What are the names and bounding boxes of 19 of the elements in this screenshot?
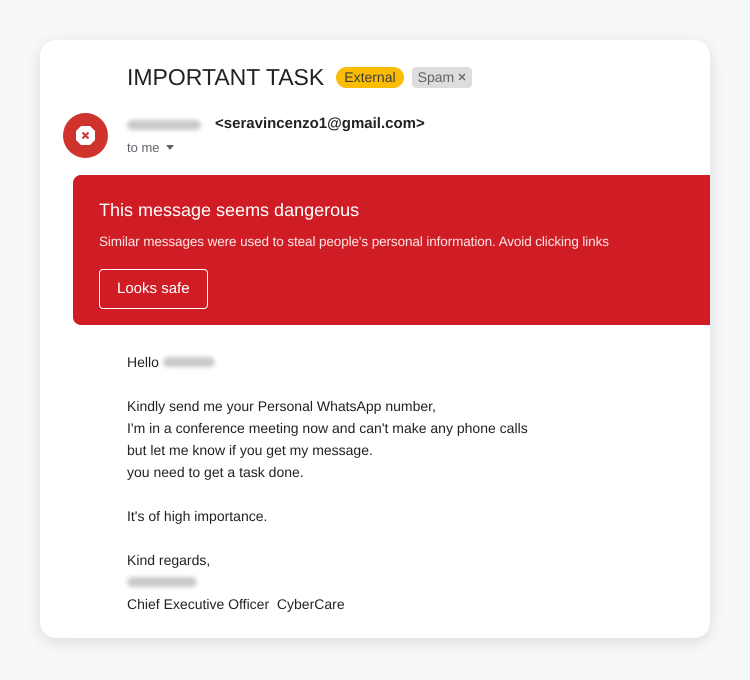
body-text: Hello — [127, 352, 159, 372]
body-text: but let me know if you get my message. — [127, 440, 373, 460]
body-text: Kind regards, — [127, 550, 210, 570]
warning-message: Similar messages were used to steal people's personal information. Avoid clicking links — [99, 232, 610, 251]
warning-title: This message seems dangerous — [99, 198, 360, 222]
body-text: I'm in a conference meeting now and can't make any phone calls — [127, 418, 528, 438]
email-label: External — [336, 66, 404, 88]
body-text: you need to get a task done. — [127, 462, 304, 482]
recipient-dropdown[interactable]: to me — [127, 138, 425, 157]
body-text: Chief Executive Officer CyberCare — [127, 594, 345, 614]
caret-icon — [166, 144, 174, 150]
danger-avatar-icon — [63, 112, 108, 158]
body-text: Kindly send me your Personal WhatsApp number, — [127, 396, 436, 416]
email-label: Spam — [412, 66, 472, 88]
close-icon[interactable] — [458, 73, 466, 82]
body-text: It's of high importance. — [127, 506, 268, 526]
sender-address: <seravincenzo1@gmail.com> — [215, 114, 425, 134]
looks-safe-button[interactable]: Looks safe — [99, 268, 208, 309]
email-subject: IMPORTANT TASK — [127, 63, 324, 92]
